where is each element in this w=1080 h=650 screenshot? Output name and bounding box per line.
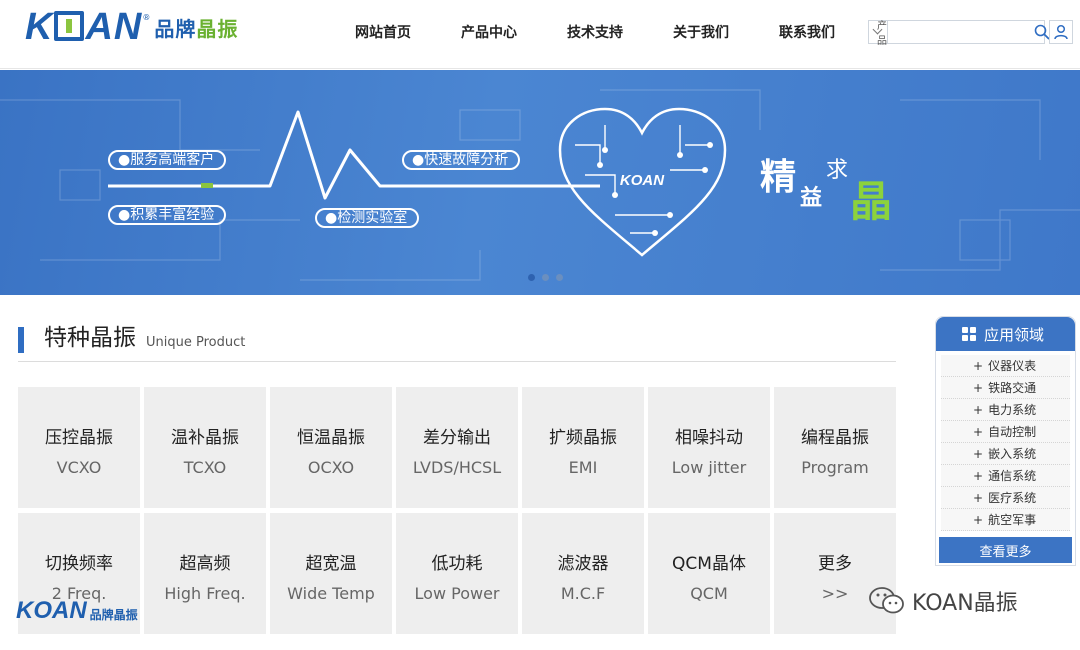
product-tile[interactable]: 相噪抖动 Low jitter	[648, 387, 770, 508]
product-tile[interactable]: 超宽温 Wide Temp	[270, 513, 392, 634]
nav-support[interactable]: 技术支持	[542, 22, 648, 42]
section-title-cn: 特种晶振	[44, 325, 136, 351]
product-tile[interactable]: 温补晶振 TCXO	[144, 387, 266, 508]
tagline-char-3: 求	[826, 158, 849, 183]
tagline-char-2: 益	[800, 185, 823, 211]
banner-pill-analysis: ●快速故障分析	[402, 150, 521, 170]
watermark-logo: KOAN 品牌晶振	[16, 597, 138, 624]
plus-icon: +	[973, 490, 984, 505]
application-item[interactable]: + 航空军事	[941, 509, 1070, 531]
section-divider	[18, 361, 896, 362]
product-tile[interactable]: QCM晶体 QCM	[648, 513, 770, 634]
nav-products[interactable]: 产品中心	[436, 22, 542, 42]
banner-pill-service: ●服务高端客户	[108, 150, 227, 170]
application-item[interactable]: + 电力系统	[941, 399, 1070, 421]
logo-cn: 品牌晶振	[154, 17, 239, 41]
application-list: + 仪器仪表 + 铁路交通 + 电力系统 + 自动控制 + 嵌入系统 + 通信系统 + 医疗系…	[941, 355, 1070, 531]
search-box: 产品	[868, 20, 1050, 47]
plus-icon: +	[973, 380, 984, 395]
application-item[interactable]: + 铁路交通	[941, 377, 1070, 399]
search-button[interactable]	[1034, 21, 1050, 43]
user-button[interactable]	[1049, 20, 1073, 44]
nav-about[interactable]: 关于我们	[648, 22, 754, 42]
logo-o-mark	[54, 11, 85, 41]
product-tile[interactable]: 扩频晶振 EMI	[522, 387, 644, 508]
application-item[interactable]: + 医疗系统	[941, 487, 1070, 509]
wechat-watermark: KOAN晶振	[868, 585, 1018, 617]
brand-logo[interactable]: K AN ® 品牌晶振	[25, 6, 239, 48]
product-tile[interactable]: 超高频 High Freq.	[144, 513, 266, 634]
hero-banner[interactable]: ●服务高端客户 ●积累丰富经验 ●检测实验室 ●快速故障分析 KOAN 精 益 …	[0, 70, 1080, 295]
logo-wordmark: K AN	[25, 6, 143, 48]
nav-contact[interactable]: 联系我们	[754, 22, 860, 42]
carousel-dots	[528, 274, 563, 281]
grid-icon	[962, 327, 976, 341]
search-input[interactable]	[888, 21, 1034, 43]
plus-icon: +	[973, 402, 984, 417]
plus-icon: +	[973, 468, 984, 483]
plus-icon: +	[973, 446, 984, 461]
application-item[interactable]: + 通信系统	[941, 465, 1070, 487]
plus-icon: +	[973, 358, 984, 373]
section-title-en: Unique Product	[146, 335, 246, 350]
plus-icon: +	[973, 424, 984, 439]
carousel-dot-3[interactable]	[556, 274, 563, 281]
product-tile[interactable]: 滤波器 M.C.F	[522, 513, 644, 634]
application-item[interactable]: + 自动控制	[941, 421, 1070, 443]
main-nav: 网站首页 产品中心 技术支持 关于我们 联系我们	[330, 22, 860, 42]
tagline-char-4: 晶	[850, 177, 893, 226]
view-more-button[interactable]: 查看更多	[939, 537, 1072, 563]
product-tile[interactable]: 编程晶振 Program	[774, 387, 896, 508]
search-icon	[1034, 24, 1050, 40]
application-panel-header: 应用领域	[936, 317, 1075, 351]
nav-home[interactable]: 网站首页	[330, 22, 436, 42]
banner-pill-lab: ●检测实验室	[315, 208, 420, 228]
product-tile[interactable]: 压控晶振 VCXO	[18, 387, 140, 508]
product-tile[interactable]: 恒温晶振 OCXO	[270, 387, 392, 508]
product-tile[interactable]: 差分输出 LVDS/HCSL	[396, 387, 518, 508]
section-title: 特种晶振 Unique Product	[18, 323, 245, 353]
application-item[interactable]: + 仪器仪表	[941, 355, 1070, 377]
tagline-char-1: 精	[760, 156, 797, 198]
banner-pill-experience: ●积累丰富经验	[108, 205, 227, 225]
product-tile[interactable]: 低功耗 Low Power	[396, 513, 518, 634]
application-panel: 应用领域 + 仪器仪表 + 铁路交通 + 电力系统 + 自动控制 + 嵌入系统 + 通信系统…	[935, 316, 1076, 566]
carousel-dot-2[interactable]	[542, 274, 549, 281]
svg-text:KOAN: KOAN	[620, 172, 665, 189]
user-icon	[1054, 24, 1068, 40]
search-category-select[interactable]: 产品	[869, 21, 888, 47]
application-item[interactable]: + 嵌入系统	[941, 443, 1070, 465]
plus-icon: +	[973, 512, 984, 527]
carousel-dot-1[interactable]	[528, 274, 535, 281]
wechat-icon	[869, 587, 904, 614]
site-header: K AN ® 品牌晶振 网站首页 产品中心 技术支持 关于我们 联系我们 产品	[0, 0, 1080, 69]
circuit-heart-icon: KOAN	[558, 107, 727, 257]
